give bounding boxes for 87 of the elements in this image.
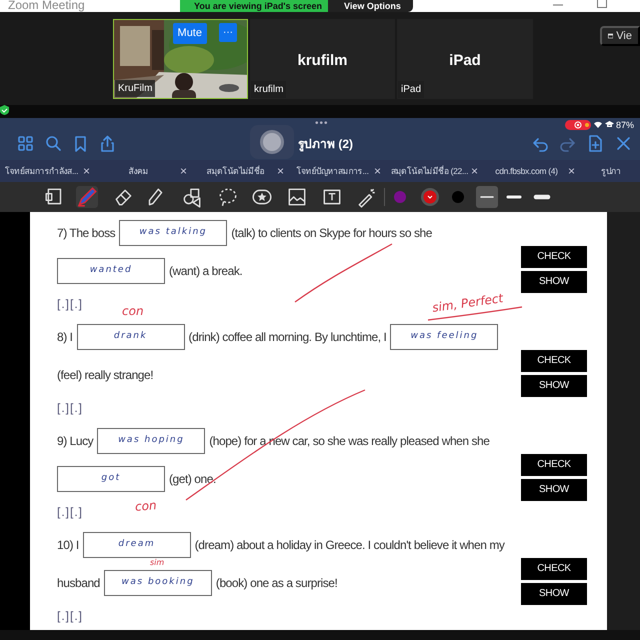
question-text: 9) Lucy (57, 433, 94, 450)
tab-close-button[interactable]: × (471, 162, 485, 180)
answer-field[interactable]: got (57, 466, 165, 492)
share-banner: You are viewing iPad's screen (180, 0, 328, 12)
add-page-icon[interactable] (587, 135, 604, 152)
view-button[interactable]: Vie (600, 26, 640, 46)
maximize-icon[interactable] (597, 0, 607, 8)
question-text: 8) I (57, 329, 73, 346)
more-dots[interactable]: ••• (315, 116, 329, 131)
gallery-view-icon (608, 32, 614, 40)
search-icon[interactable] (45, 135, 62, 152)
feedback-marks: [.][.] (57, 400, 84, 417)
handwritten-note: con (122, 303, 144, 320)
question-text: (get) one. (169, 471, 216, 488)
question-text: (want) a break. (169, 263, 242, 280)
question-text: 7) The boss (57, 225, 116, 242)
feedback-marks: [.][.] (57, 296, 84, 313)
pen-icon[interactable] (76, 186, 98, 208)
stroke-width-option[interactable] (476, 186, 498, 208)
close-icon[interactable] (615, 135, 632, 152)
question-text: (drink) coffee all morning. By lunchtime, I (188, 329, 386, 346)
feedback-marks: [.][.] (57, 608, 84, 625)
answer-field[interactable]: dream (82, 532, 191, 558)
feedback-marks: [.][.] (57, 504, 84, 521)
check-button[interactable]: CHECK (521, 454, 587, 476)
question-text: husband (57, 575, 100, 592)
record-icon (565, 120, 591, 130)
more-button[interactable]: ··· (219, 23, 237, 42)
lasso-icon[interactable] (217, 186, 239, 208)
participant-name: krufilm (298, 51, 348, 71)
show-button[interactable]: SHOW (521, 374, 587, 396)
document-tab[interactable]: โจทย์สมการกำลังส... × (0, 160, 97, 182)
shield-icon (0, 105, 9, 115)
document-tab[interactable]: สมุดโน้ตไม่มีชื่อ × (194, 160, 291, 182)
wifi-icon (594, 121, 602, 128)
question-text: (book) one as a surprise! (216, 575, 338, 592)
tab-close-button[interactable]: × (83, 162, 97, 180)
handwritten-note: con (134, 497, 158, 516)
view-options-button[interactable]: View Options (328, 0, 413, 12)
tab-close-button[interactable]: × (180, 162, 194, 180)
answer-field[interactable]: was feeling (390, 324, 498, 350)
handwritten-note: sim (150, 559, 164, 567)
participant-name: iPad (449, 51, 481, 71)
question-text: (hope) for a new car, so she was really pleased when she (209, 433, 490, 450)
check-button[interactable]: CHECK (521, 558, 587, 580)
question-text: (talk) to clients on Skype for hours so she (231, 225, 432, 242)
tab-close-button[interactable]: × (277, 162, 291, 180)
question-text: (dream) about a holiday in Greece. I couldn't believe it when my (194, 537, 504, 554)
document-title-button[interactable]: รูปภาพ (2) (298, 135, 353, 153)
status-dot-icon (585, 123, 589, 127)
tab-close-button[interactable]: × (374, 162, 388, 180)
document-tab[interactable]: สมุดโน้ตไม่มีชื่อ (22... × (388, 160, 485, 182)
answer-field[interactable]: was talking (119, 220, 228, 246)
answer-field[interactable]: drank (76, 324, 185, 350)
undo-icon[interactable] (532, 135, 549, 152)
check-button[interactable]: CHECK (521, 350, 587, 372)
show-button[interactable]: SHOW (521, 270, 587, 292)
show-button[interactable]: SHOW (521, 582, 587, 604)
question-text: (feel) really strange! (57, 367, 154, 384)
window-title: Zoom Meeting (8, 0, 85, 12)
grid-icon[interactable] (17, 135, 34, 152)
color-swatch[interactable] (421, 188, 439, 206)
shapes-icon[interactable] (181, 186, 203, 208)
document-tab[interactable]: cdn.fbsbx.com (4) × (485, 160, 582, 182)
show-button[interactable]: SHOW (521, 478, 587, 500)
question-text: 10) I (57, 537, 79, 554)
answer-field[interactable]: wanted (57, 258, 165, 284)
battery-level: 87% (616, 119, 634, 132)
document-tab[interactable]: โจทย์ปัญหาสมการ... × (291, 160, 388, 182)
participant-label: KruFilm (115, 80, 156, 97)
participant-label: krufilm (251, 81, 286, 98)
document-tab[interactable]: สังคม × (97, 160, 194, 182)
mute-button[interactable]: Mute (172, 23, 207, 44)
check-button[interactable]: CHECK (521, 246, 587, 268)
document-tab[interactable]: รูปภา (582, 160, 640, 182)
minimize-icon[interactable] (553, 2, 563, 8)
handwritten-note: sim, Perfect (431, 290, 504, 317)
graduation-cap-icon (605, 121, 614, 128)
color-swatch[interactable] (449, 188, 467, 206)
share-icon[interactable] (99, 135, 116, 152)
tab-close-button[interactable]: × (568, 162, 582, 180)
participant-label: iPad (398, 81, 424, 98)
answer-field[interactable]: was booking (104, 570, 212, 596)
image-icon[interactable] (286, 186, 308, 208)
color-swatch[interactable] (391, 188, 409, 206)
bookmark-icon[interactable] (72, 135, 89, 152)
answer-field[interactable]: was hoping (97, 428, 206, 454)
